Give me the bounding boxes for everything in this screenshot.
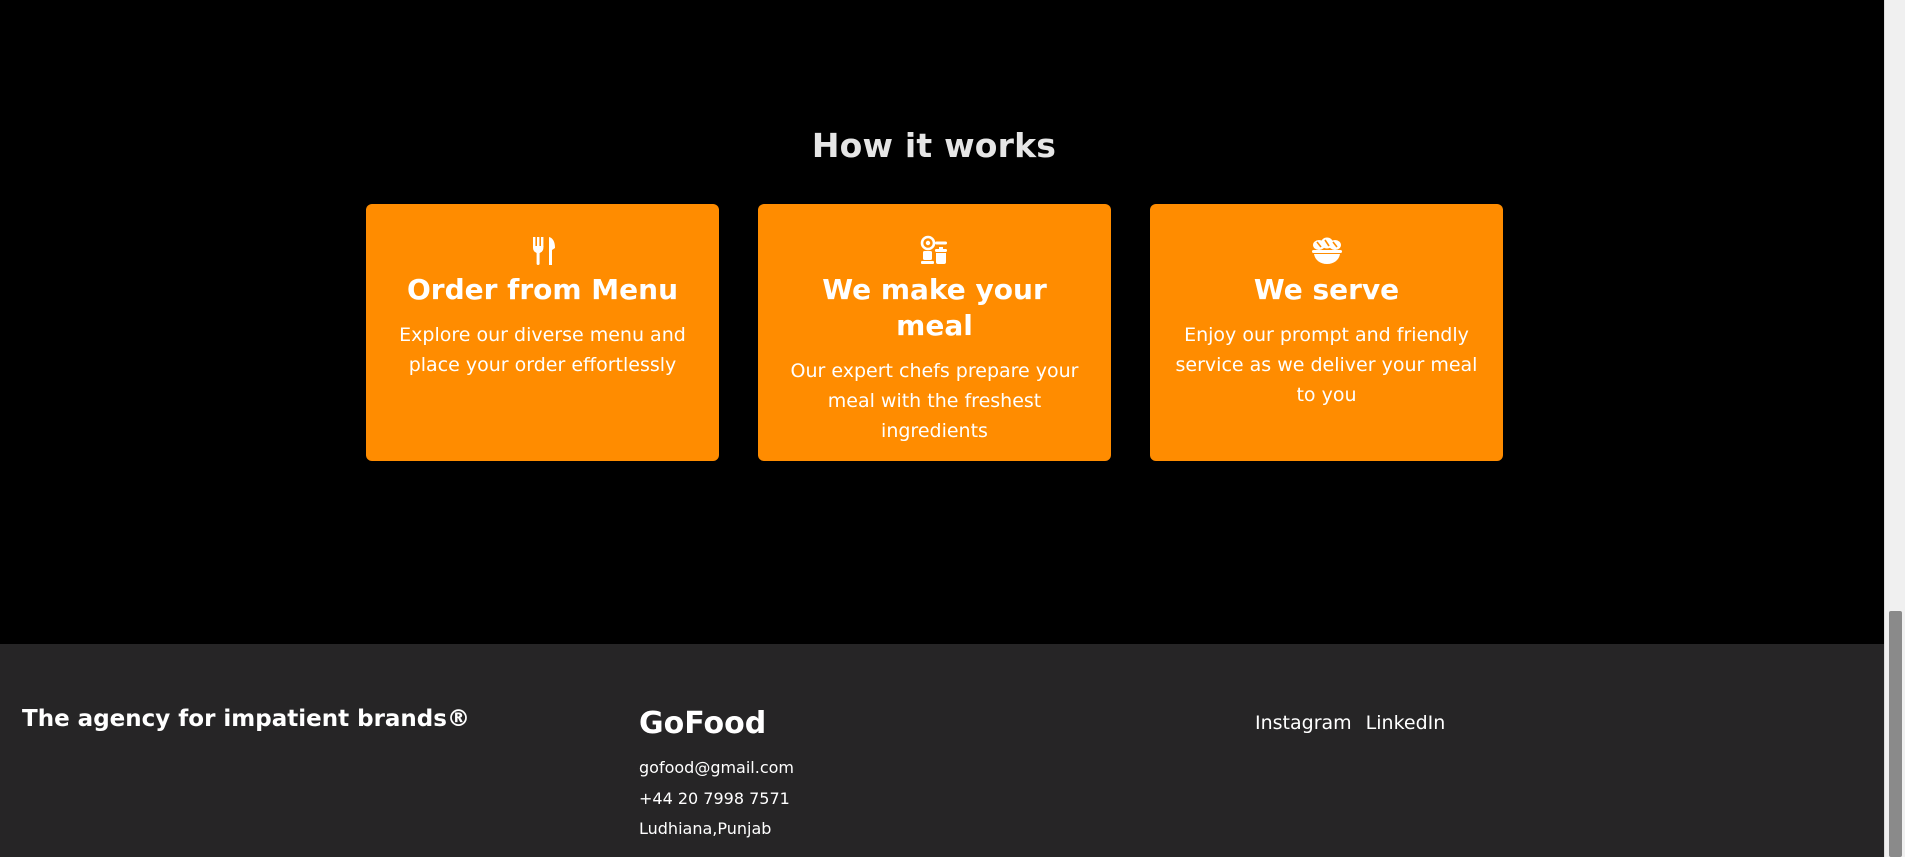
- footer-phone[interactable]: +44 20 7998 7571: [639, 789, 790, 808]
- utensils-icon: [532, 237, 555, 265]
- card-order-from-menu: Order from Menu Explore our diverse menu…: [366, 204, 719, 461]
- card-we-make-your-meal: We make your meal Our expert chefs prepa…: [758, 204, 1111, 461]
- linkedin-link[interactable]: LinkedIn: [1366, 712, 1446, 734]
- footer-email[interactable]: gofood@gmail.com: [639, 758, 794, 777]
- footer: The agency for impatient brands® GoFood …: [0, 644, 1884, 857]
- card-we-serve: We serve Enjoy our prompt and friendly s…: [1150, 204, 1503, 461]
- bread-bowl-icon: [1311, 237, 1342, 264]
- card-title: We make your meal: [822, 273, 1047, 342]
- page-scrollbar[interactable]: [1884, 0, 1905, 857]
- card-text: Enjoy our prompt and friendly service as…: [1175, 324, 1478, 406]
- page: How it works Order from Menu Explore our…: [0, 0, 1884, 857]
- footer-tagline: The agency for impatient brands®: [22, 706, 470, 732]
- footer-brand: GoFood: [639, 706, 767, 741]
- how-it-works-section: How it works Order from Menu Explore our…: [0, 0, 1884, 644]
- card-title: Order from Menu: [406, 273, 679, 306]
- kitchen-icon: [920, 235, 947, 264]
- social-links: Instagram LinkedIn: [1255, 712, 1445, 734]
- card-text: Explore our diverse menu and place your …: [399, 324, 686, 376]
- section-title: How it works: [811, 126, 1057, 165]
- footer-address: Ludhiana,Punjab: [639, 819, 772, 838]
- card-title: We serve: [1253, 273, 1400, 306]
- card-text: Our expert chefs prepare your meal with …: [790, 360, 1079, 442]
- instagram-link[interactable]: Instagram: [1255, 712, 1352, 734]
- scrollbar-thumb[interactable]: [1889, 611, 1902, 857]
